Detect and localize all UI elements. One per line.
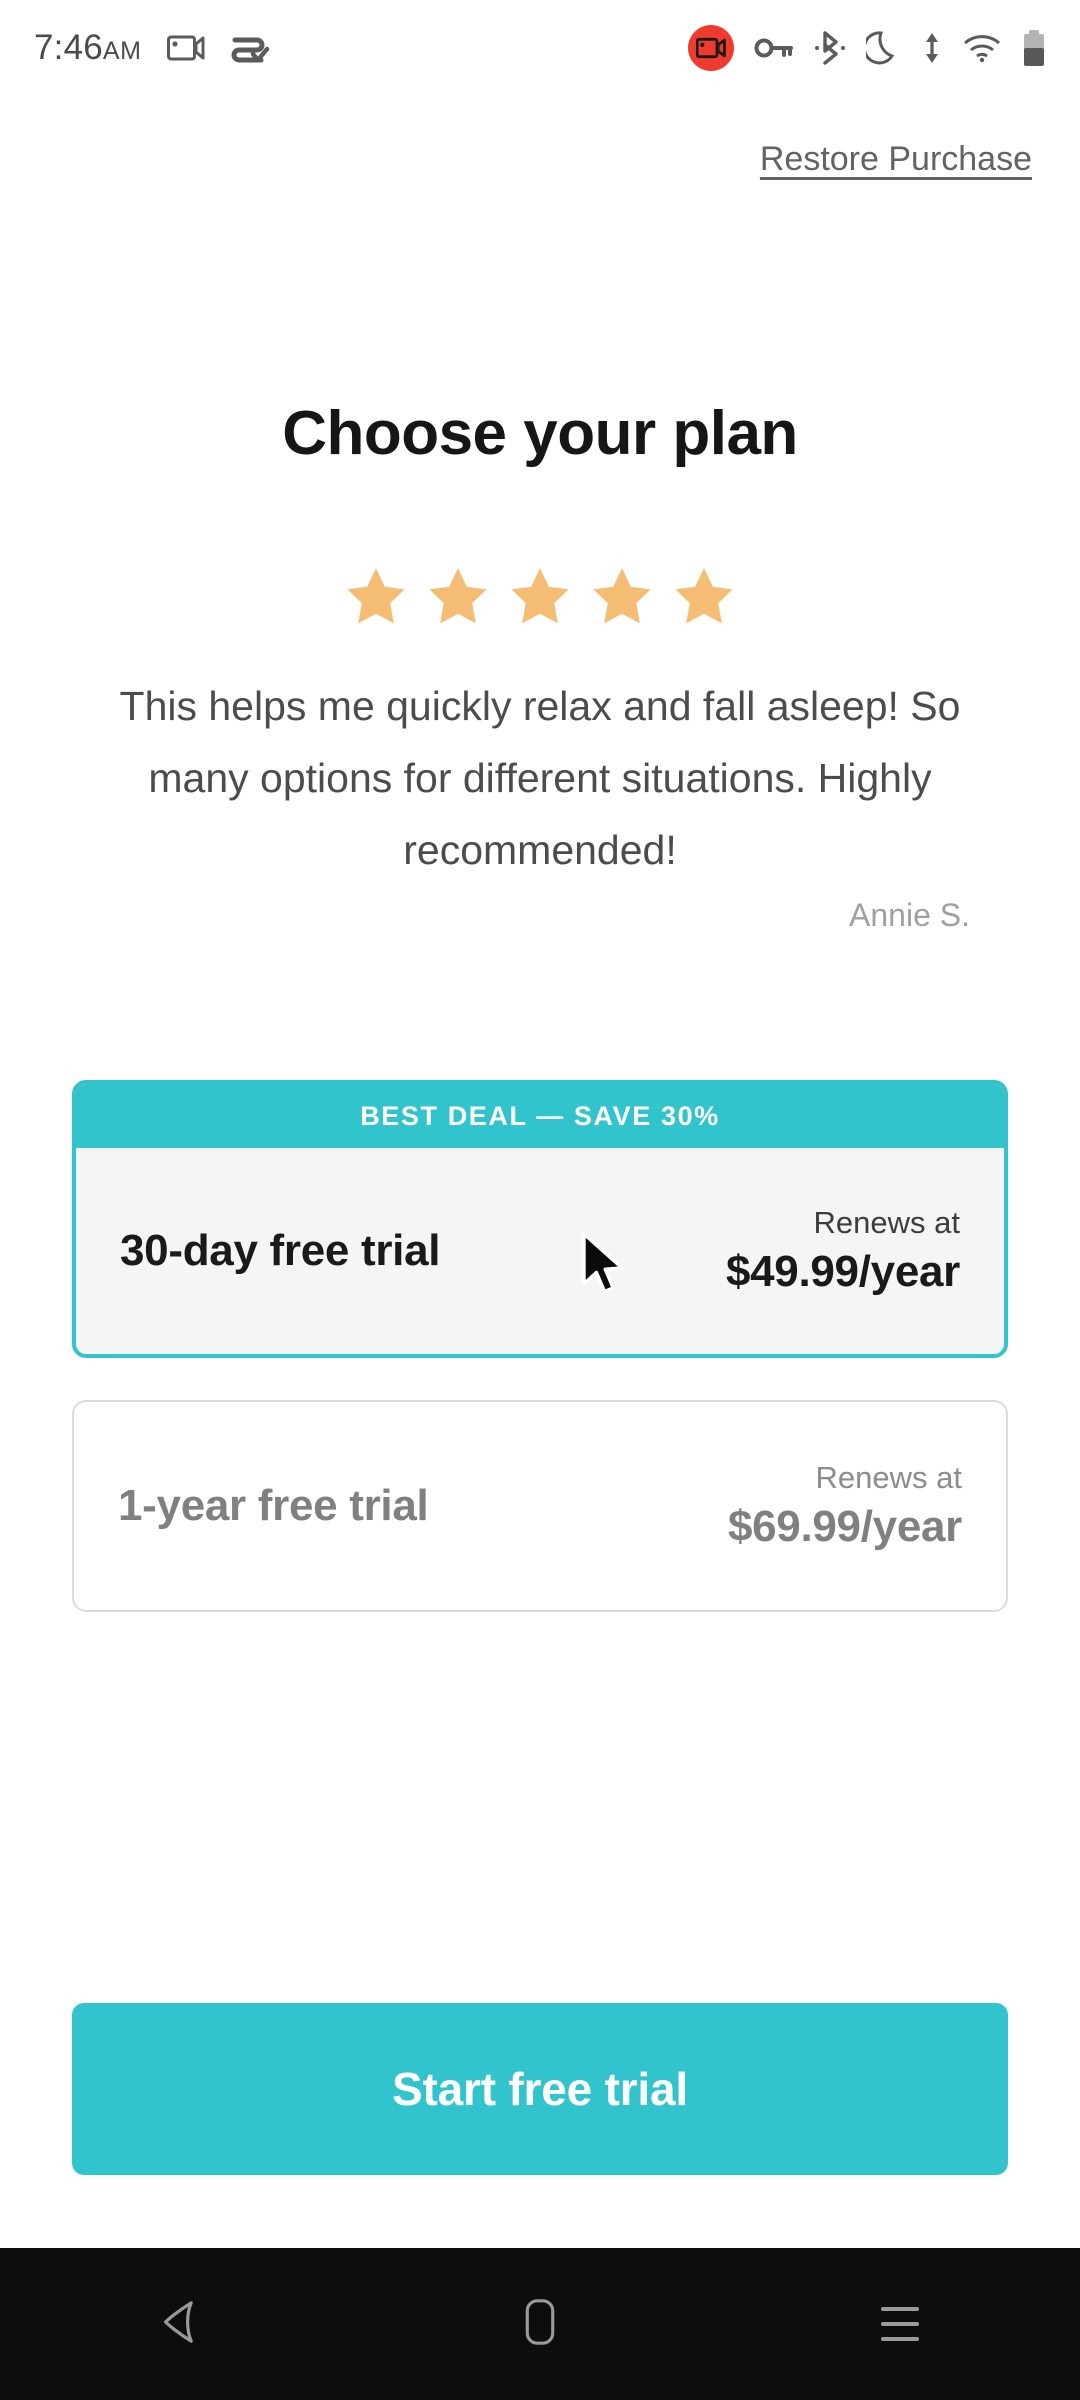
recents-line — [881, 2322, 919, 2326]
review-quote: This helps me quickly relax and fall asl… — [119, 683, 961, 873]
android-navigation-bar — [0, 2248, 1080, 2400]
plan-price-block: Renews at $49.99/year — [726, 1202, 960, 1300]
recents-line — [881, 2307, 919, 2311]
rating-stars — [0, 563, 1080, 636]
clock-ampm: AM — [102, 37, 142, 65]
star-icon — [668, 563, 740, 636]
nav-back-button[interactable] — [100, 2248, 260, 2400]
plan-body: 1-year free trial Renews at $69.99/year — [74, 1402, 1006, 1610]
screen-record-active-badge-icon — [688, 25, 734, 71]
key-icon — [754, 34, 794, 62]
back-icon — [159, 2298, 201, 2351]
plan-renews-label: Renews at — [815, 1460, 962, 1495]
recents-line — [881, 2337, 919, 2341]
status-bar-clock: 7:46AM — [34, 28, 141, 68]
plan-price-block: Renews at $69.99/year — [728, 1457, 962, 1555]
plan-card-1-year[interactable]: 1-year free trial Renews at $69.99/year — [72, 1400, 1008, 1612]
status-bar-right — [688, 25, 1046, 71]
wifi-icon — [962, 33, 1002, 63]
home-icon — [524, 2298, 556, 2351]
data-transfer-icon — [922, 31, 942, 65]
plan-title: 1-year free trial — [118, 1481, 429, 1530]
status-bar: 7:46AM — [0, 0, 1080, 96]
star-icon — [504, 563, 576, 636]
vpn-check-icon — [231, 32, 271, 64]
bluetooth-icon — [814, 30, 846, 66]
restore-purchase-row: Restore Purchase — [760, 140, 1032, 179]
recents-icon — [881, 2307, 919, 2341]
plan-banner-best-deal: BEST DEAL — SAVE 30% — [76, 1084, 1004, 1148]
plan-list: BEST DEAL — SAVE 30% 30-day free trial R… — [72, 1080, 1008, 1612]
do-not-disturb-moon-icon — [866, 29, 902, 67]
start-free-trial-button[interactable]: Start free trial — [72, 2003, 1008, 2175]
plan-title: 30-day free trial — [120, 1226, 441, 1275]
clock-time: 7:46 — [34, 28, 103, 67]
plan-renews-label: Renews at — [813, 1205, 960, 1240]
plan-price: $69.99/year — [727, 1502, 962, 1551]
plan-body: 30-day free trial Renews at $49.99/year — [76, 1148, 1004, 1354]
plan-card-30-day[interactable]: BEST DEAL — SAVE 30% 30-day free trial R… — [72, 1080, 1008, 1358]
star-icon — [422, 563, 494, 636]
screen-record-icon — [167, 33, 205, 63]
star-icon — [586, 563, 658, 636]
review-author: Annie S. — [849, 897, 970, 933]
star-icon — [340, 563, 412, 636]
plan-price: $49.99/year — [725, 1247, 960, 1296]
start-free-trial-label: Start free trial — [392, 2063, 688, 2115]
battery-icon — [1022, 29, 1046, 67]
nav-recents-button[interactable] — [820, 2248, 980, 2400]
status-bar-left: 7:46AM — [34, 28, 271, 68]
restore-purchase-link[interactable]: Restore Purchase — [760, 140, 1032, 178]
nav-home-button[interactable] — [460, 2248, 620, 2400]
page-title: Choose your plan — [282, 399, 798, 468]
